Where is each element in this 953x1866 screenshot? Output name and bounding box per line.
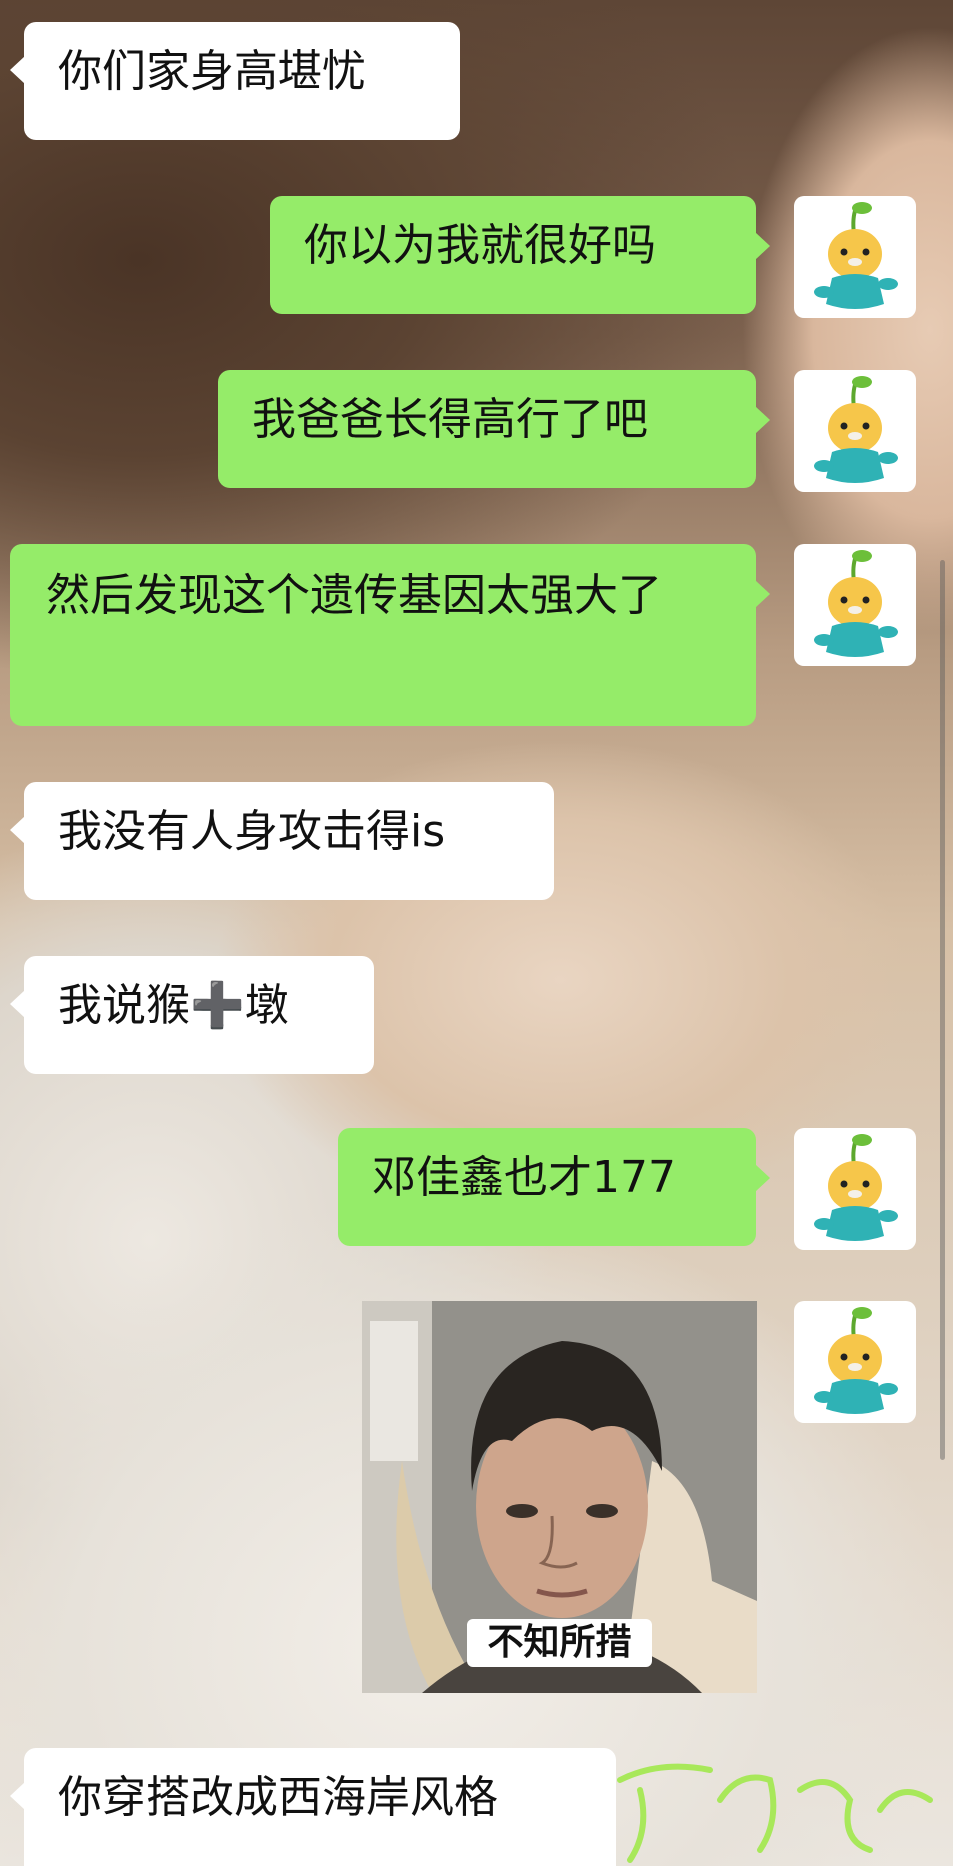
- octonauts-tunip-avatar-icon: [814, 1307, 898, 1414]
- message-bubble-sent[interactable]: 邓佳鑫也才177: [338, 1128, 770, 1246]
- message-bubble-received[interactable]: 我没有人身攻击得is: [10, 782, 554, 900]
- avatar[interactable]: [794, 1301, 916, 1423]
- scrollbar[interactable]: [940, 560, 945, 1460]
- avatar[interactable]: [794, 544, 916, 666]
- octonauts-tunip-avatar-icon: [814, 550, 898, 657]
- message-text: 墩: [244, 980, 289, 1031]
- message-text: 你们家身高堪忧: [58, 46, 366, 97]
- message-text: 我爸爸长得高行了吧: [252, 394, 648, 445]
- avatar[interactable]: [794, 196, 916, 318]
- message-text: 我没有人身攻击得is: [58, 806, 446, 857]
- message-bubble-received[interactable]: 我说猴➕墩: [10, 956, 374, 1074]
- avatar[interactable]: [794, 370, 916, 492]
- message-text: 你穿搭改成西海岸风格: [58, 1772, 498, 1823]
- octonauts-tunip-avatar-icon: [814, 1134, 898, 1241]
- octonauts-tunip-avatar-icon: [814, 376, 898, 483]
- message-bubble-received[interactable]: 你穿搭改成西海岸风格: [10, 1748, 616, 1866]
- message-bubble-sent[interactable]: 然后发现这个遗传基因太强大了: [10, 544, 770, 726]
- message-text: 你以为我就很好吗: [304, 220, 656, 271]
- message-bubble-received[interactable]: 你们家身高堪忧: [10, 22, 460, 140]
- message-text: 邓佳鑫也才177: [372, 1152, 676, 1203]
- message-text: 然后发现这个遗传基因太强大了: [46, 570, 662, 621]
- avatar[interactable]: [794, 1128, 916, 1250]
- wallpaper-scribble: [617, 1763, 933, 1863]
- message-bubble-sent[interactable]: 你以为我就很好吗: [270, 196, 770, 314]
- octonauts-tunip-avatar-icon: [814, 202, 898, 309]
- plus-emoji-icon: ➕: [190, 980, 245, 1031]
- image-message[interactable]: 不知所措: [362, 1301, 757, 1693]
- message-bubble-sent[interactable]: 我爸爸长得高行了吧: [218, 370, 770, 488]
- message-text: 我说猴: [58, 980, 190, 1031]
- image-caption: 不知所措: [467, 1619, 652, 1667]
